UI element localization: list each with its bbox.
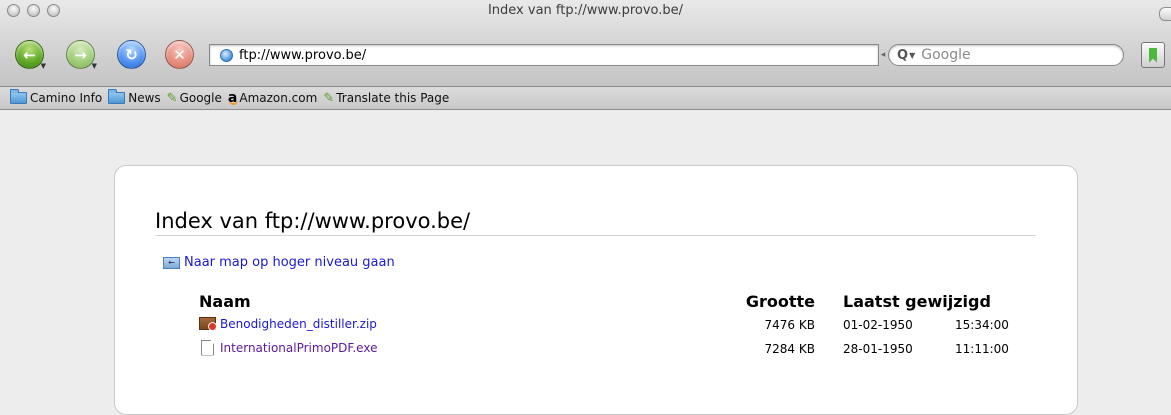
bookmark-label: Camino Info: [30, 91, 103, 105]
table-row: Benodigheden_distiller.zip 7476 KB 01-02…: [199, 313, 1045, 337]
column-header-size[interactable]: Grootte: [704, 289, 815, 313]
bookmark-ribbon-icon: [1149, 47, 1157, 63]
column-header-modified[interactable]: Laatst gewijzigd: [815, 289, 1045, 313]
document-icon: [201, 339, 214, 356]
parent-folder-icon: ←: [163, 256, 180, 269]
folder-icon: [108, 89, 126, 104]
bookmarks-bar: Camino Info News ✎ Google a Amazon.com ✎…: [0, 87, 1171, 110]
pencil-icon: ✎: [323, 90, 335, 106]
title-divider: [155, 235, 1036, 236]
file-time: 11:11:00: [955, 342, 1009, 356]
url-resize-handle[interactable]: ◂: [878, 44, 888, 66]
table-header-row: Naam Grootte Laatst gewijzigd: [199, 289, 1045, 313]
window-title: Index van ftp://www.provo.be/: [487, 3, 684, 18]
file-date: 28-01-1950: [843, 342, 913, 356]
zip-archive-icon: [199, 317, 217, 332]
parent-directory-link[interactable]: ← Naar map op hoger niveau gaan: [163, 255, 395, 270]
parent-directory-label: Naar map op hoger niveau gaan: [184, 255, 395, 270]
search-placeholder[interactable]: Google: [921, 47, 970, 63]
bookmark-label: Translate this Page: [336, 91, 450, 105]
file-table: Naam Grootte Laatst gewijzigd Benodighed…: [199, 289, 1045, 361]
page-title: Index van ftp://www.provo.be/: [155, 209, 471, 233]
bookmark-label: News: [128, 91, 161, 105]
bookmark-label: Amazon.com: [239, 91, 318, 105]
bookmark-google[interactable]: ✎ Google: [167, 91, 222, 106]
back-menu-icon: ▼: [40, 62, 46, 70]
column-header-name[interactable]: Naam: [199, 289, 704, 313]
pencil-icon: ✎: [166, 90, 178, 106]
bookmark-news[interactable]: News: [108, 89, 161, 105]
url-field[interactable]: ftp://www.provo.be/: [209, 44, 879, 66]
site-globe-icon: [220, 48, 233, 62]
folder-icon: [10, 89, 27, 104]
forward-menu-icon: ▼: [91, 62, 97, 70]
directory-listing: Index van ftp://www.provo.be/ ← Naar map…: [114, 165, 1078, 415]
bookmark-camino-info[interactable]: Camino Info: [10, 89, 103, 105]
file-time: 15:34:00: [955, 318, 1009, 332]
file-link[interactable]: Benodigheden_distiller.zip: [199, 316, 377, 332]
file-size: 7476 KB: [764, 318, 815, 332]
search-engine-dropdown-icon[interactable]: ▼: [909, 51, 915, 60]
file-name-cell: InternationalPrimoPDF.exe: [199, 337, 704, 361]
file-name-cell: Benodigheden_distiller.zip: [199, 313, 704, 337]
search-field[interactable]: Q ▼ Google: [888, 44, 1124, 66]
bookmarks-button[interactable]: [1141, 42, 1165, 68]
bookmark-label: Google: [179, 91, 222, 105]
file-link[interactable]: InternationalPrimoPDF.exe: [199, 339, 378, 356]
forward-arrow-icon: →: [74, 45, 87, 64]
bookmark-translate[interactable]: ✎ Translate this Page: [323, 91, 449, 106]
file-size: 7284 KB: [764, 342, 815, 356]
stop-button[interactable]: ✕: [165, 40, 194, 69]
table-row: InternationalPrimoPDF.exe 7284 KB 28-01-…: [199, 337, 1045, 361]
back-button[interactable]: ← ▼: [15, 40, 46, 70]
forward-button[interactable]: → ▼: [66, 40, 97, 70]
file-name: Benodigheden_distiller.zip: [220, 316, 377, 331]
bookmark-amazon[interactable]: a Amazon.com: [228, 90, 317, 106]
reload-button[interactable]: ↻: [117, 40, 146, 69]
file-name: InternationalPrimoPDF.exe: [220, 340, 378, 355]
amazon-icon: a: [227, 90, 239, 106]
browser-toolbar: Index van ftp://www.provo.be/ ← ▼ → ▼ ↻ …: [0, 0, 1171, 87]
url-text[interactable]: ftp://www.provo.be/: [239, 48, 366, 63]
reload-icon: ↻: [125, 45, 138, 64]
stop-x-icon: ✕: [173, 45, 186, 64]
back-arrow-icon: ←: [23, 45, 36, 64]
toolbar-toggle-button[interactable]: [1159, 7, 1171, 21]
page-content: Index van ftp://www.provo.be/ ← Naar map…: [0, 110, 1171, 415]
search-icon[interactable]: Q: [897, 48, 908, 63]
file-date: 01-02-1950: [843, 318, 913, 332]
